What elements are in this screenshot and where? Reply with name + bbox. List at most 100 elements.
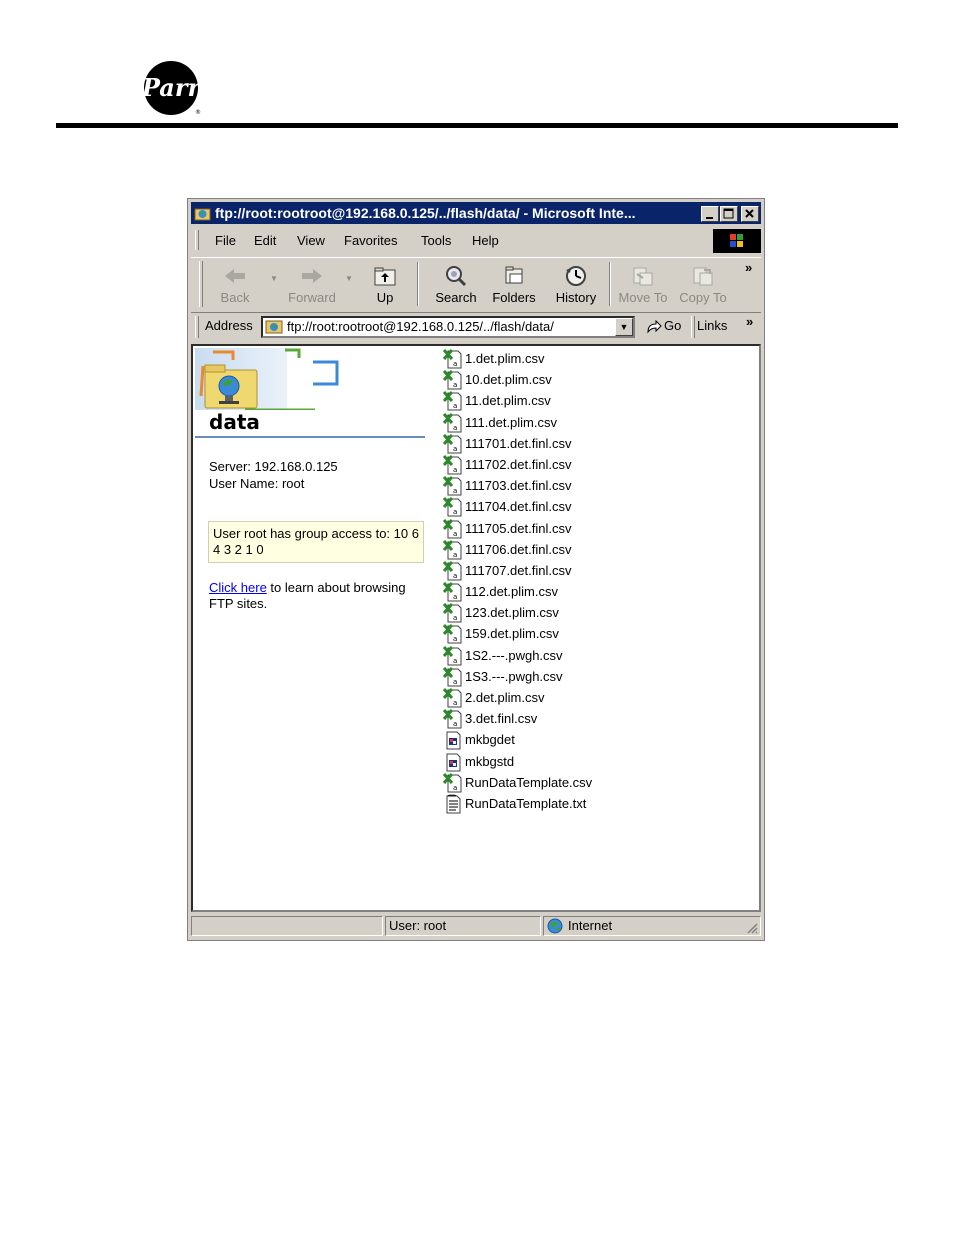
group-access-box: User root has group access to: 10 6 4 3 … — [208, 521, 424, 563]
status-user-pane: User: root — [385, 916, 541, 936]
svg-text:a: a — [453, 572, 457, 580]
svg-text:a: a — [453, 424, 457, 432]
excel-csv-icon: a — [442, 412, 463, 433]
links-chevron[interactable]: » — [746, 314, 753, 329]
excel-csv-icon: a — [442, 688, 463, 708]
excel-csv-icon: a — [442, 560, 463, 581]
svg-text:a: a — [453, 508, 457, 516]
ftp-page-icon — [265, 320, 283, 334]
file-name: mkbgdet — [465, 732, 515, 748]
svg-text:a: a — [453, 466, 457, 474]
svg-text:a: a — [453, 784, 457, 792]
folders-button[interactable]: Folders — [483, 260, 545, 310]
status-user: User: root — [389, 918, 447, 933]
svg-text:a: a — [453, 720, 457, 728]
file-name: 11.det.plim.csv — [465, 393, 551, 409]
svg-text:a: a — [453, 551, 457, 559]
address-bar: Address ftp://root:rootroot@192.168.0.12… — [191, 313, 761, 341]
file-name: 1S2.---.pwgh.csv — [465, 647, 563, 663]
dropdown-arrow-icon: ▼ — [619, 322, 629, 332]
excel-csv-icon: a — [442, 666, 463, 687]
close-button[interactable] — [741, 206, 759, 222]
excel-csv-icon: a — [442, 772, 463, 793]
svg-text:a: a — [453, 445, 457, 453]
folder-title: data — [209, 410, 260, 434]
click-here-link[interactable]: Click here — [209, 580, 267, 595]
history-button[interactable]: History — [545, 260, 607, 310]
svg-text:a: a — [453, 530, 457, 538]
move-to-button[interactable]: Move To — [613, 260, 673, 310]
file-name: 2.det.plim.csv — [465, 690, 545, 705]
back-arrow-icon — [225, 269, 245, 283]
go-button[interactable]: Go — [643, 316, 691, 338]
content-pane: data Server: 192.168.0.125 User Name: ro… — [191, 344, 761, 912]
copy-to-icon — [693, 267, 713, 286]
maximize-button[interactable] — [720, 206, 738, 222]
menu-favorites[interactable]: Favorites — [344, 233, 397, 248]
minimize-icon — [706, 217, 713, 219]
file-name: RunDataTemplate.txt — [465, 795, 587, 811]
file-name: 111707.det.finl.csv — [465, 562, 572, 578]
links-grip[interactable] — [691, 316, 695, 338]
menu-grip[interactable] — [195, 230, 199, 250]
file-name: 111701.det.finl.csv — [465, 435, 572, 451]
back-button[interactable]: Back — [209, 260, 261, 310]
address-input[interactable]: ftp://root:rootroot@192.168.0.125/../fla… — [261, 316, 635, 338]
history-clock-icon — [566, 266, 586, 286]
menu-tools[interactable]: Tools — [421, 233, 451, 248]
address-dropdown-button[interactable]: ▼ — [615, 318, 633, 336]
excel-csv-icon: a — [442, 603, 463, 623]
links-label[interactable]: Links — [697, 318, 727, 333]
search-button[interactable]: Search — [423, 260, 489, 310]
resize-grip-icon[interactable] — [746, 922, 758, 934]
toolbar-grip[interactable] — [199, 261, 203, 307]
server-line: Server: 192.168.0.125 — [209, 459, 338, 474]
go-arrow-icon — [647, 319, 662, 334]
help-text: Click here to learn about browsing FTP s… — [209, 580, 429, 612]
up-button[interactable]: Up — [359, 260, 411, 310]
file-name: 123.det.plim.csv — [465, 605, 559, 621]
maximize-icon — [723, 208, 734, 219]
copy-to-button[interactable]: Copy To — [673, 260, 733, 310]
up-folder-icon — [374, 267, 396, 286]
forward-arrow-icon — [302, 269, 322, 283]
minimize-button[interactable] — [701, 206, 719, 222]
folders-icon — [505, 266, 523, 284]
file-name: 1S3.---.pwgh.csv — [465, 668, 563, 684]
toolbar-chevron[interactable]: » — [745, 260, 752, 275]
file-name: 111703.det.finl.csv — [465, 478, 572, 494]
forward-dropdown-icon[interactable]: ▼ — [345, 274, 353, 283]
file-name: 3.det.finl.csv — [465, 711, 538, 727]
excel-csv-icon: a — [442, 391, 463, 411]
search-icon — [446, 266, 467, 287]
back-dropdown-icon[interactable]: ▼ — [270, 274, 278, 283]
menu-help[interactable]: Help — [472, 233, 499, 248]
user-name-line: User Name: root — [209, 476, 305, 491]
go-label: Go — [664, 318, 682, 333]
forward-button[interactable]: Forward — [279, 260, 345, 310]
title-bar[interactable]: ftp://root:rootroot@192.168.0.125/../fla… — [191, 202, 761, 224]
excel-csv-icon: a — [442, 624, 463, 644]
forward-label: Forward — [288, 290, 336, 305]
menu-view[interactable]: View — [297, 233, 325, 248]
svg-text:a: a — [453, 614, 457, 622]
up-label: Up — [376, 290, 394, 305]
file-name: 10.det.plim.csv — [465, 372, 552, 388]
svg-text:Parr: Parr — [142, 73, 202, 102]
svg-text:a: a — [453, 657, 457, 665]
history-label: History — [555, 290, 597, 305]
file-name: 111704.det.finl.csv — [465, 499, 572, 515]
status-zone: Internet — [568, 918, 613, 933]
status-main-pane — [191, 916, 383, 936]
excel-csv-icon: a — [442, 582, 463, 602]
menu-file[interactable]: File — [215, 233, 236, 248]
excel-csv-icon: a — [442, 709, 463, 729]
svg-text:®: ® — [195, 109, 201, 116]
address-grip[interactable] — [195, 316, 199, 338]
windows-logo — [713, 229, 761, 253]
address-value: ftp://root:rootroot@192.168.0.125/../fla… — [287, 319, 554, 334]
menu-edit[interactable]: Edit — [254, 233, 276, 248]
svg-text:a: a — [453, 699, 457, 707]
server-info: Server: 192.168.0.125 User Name: root — [209, 458, 338, 492]
search-label: Search — [435, 290, 477, 305]
